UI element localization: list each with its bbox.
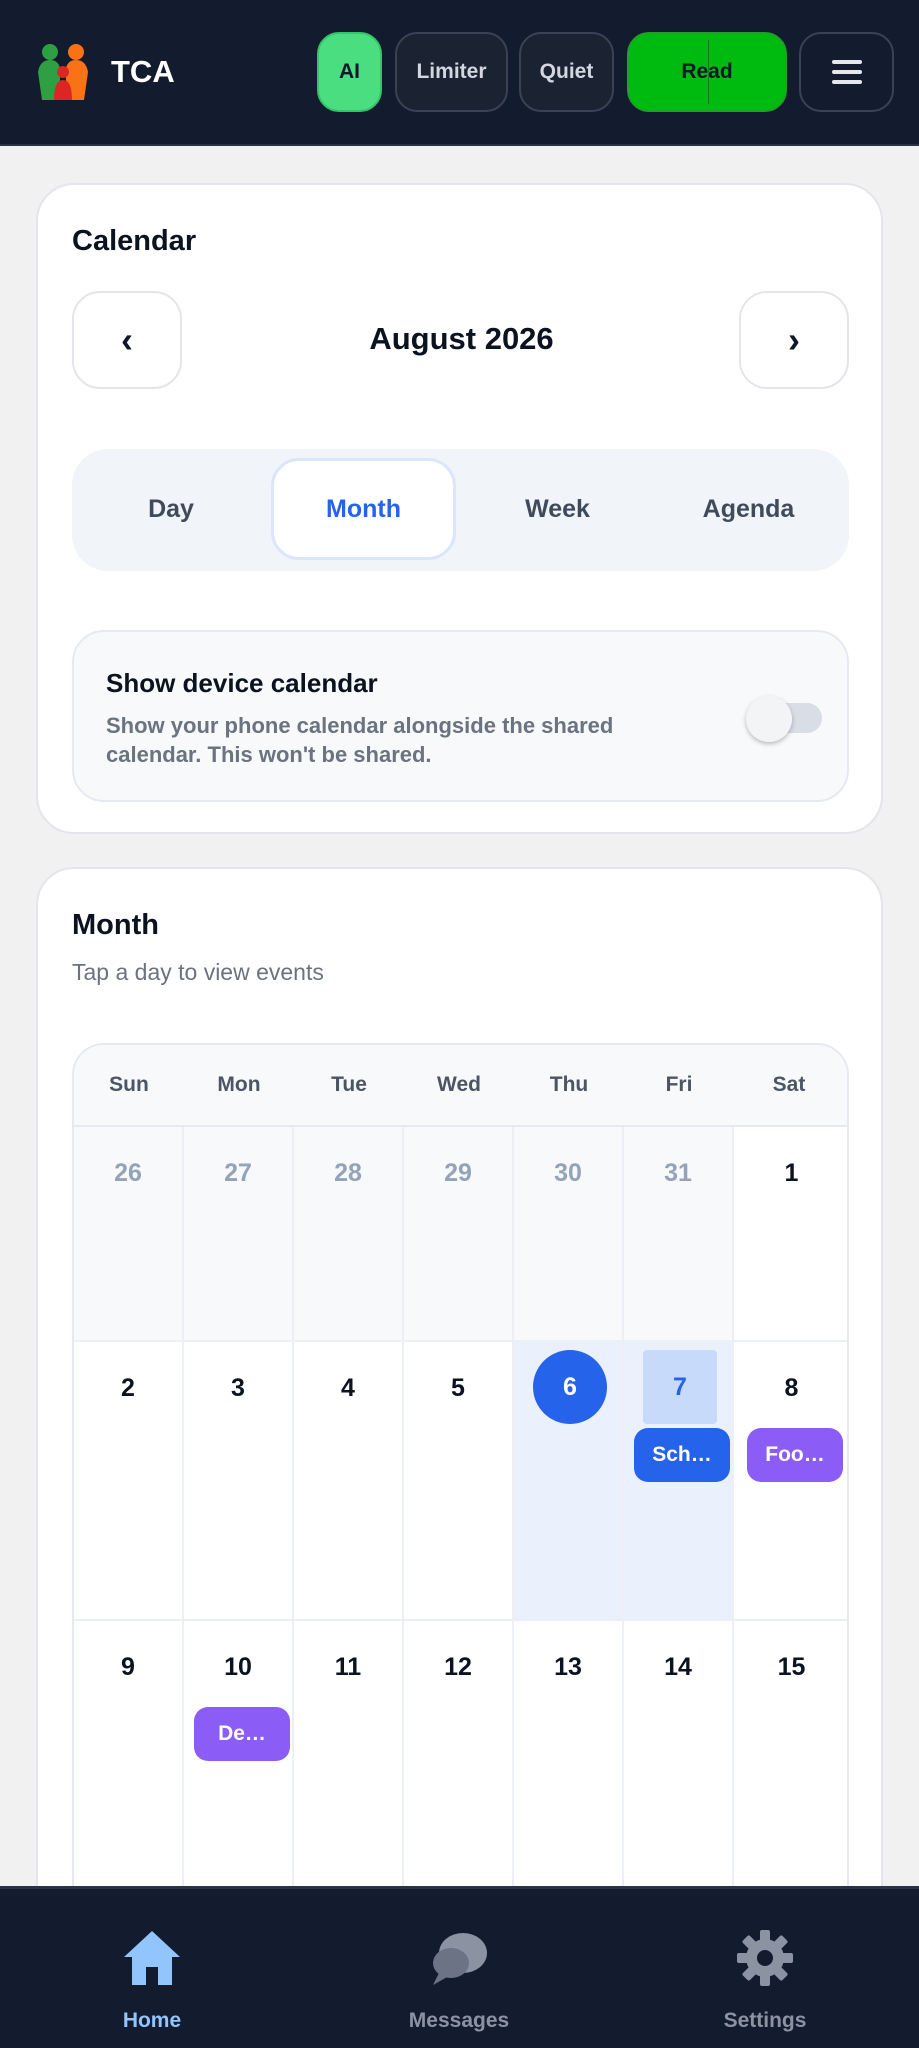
- day-cell[interactable]: 5: [404, 1342, 514, 1621]
- day-number: 11: [334, 1653, 362, 1681]
- device-calendar-toggle[interactable]: [746, 696, 824, 742]
- tab-day[interactable]: Day: [80, 458, 262, 560]
- calendar-card-title: Calendar: [72, 225, 197, 257]
- day-number: 14: [664, 1653, 692, 1681]
- day-cell[interactable]: 26: [74, 1127, 184, 1342]
- weekday-label: Thu: [549, 1073, 589, 1096]
- limiter-button[interactable]: Limiter: [395, 32, 508, 112]
- ai-mode-button[interactable]: AI: [317, 32, 382, 112]
- day-cell[interactable]: 8 Foo…: [734, 1342, 847, 1621]
- device-calendar-title: Show device calendar: [106, 668, 378, 698]
- day-cell[interactable]: 15: [734, 1621, 847, 1900]
- day-cell[interactable]: 3: [184, 1342, 294, 1621]
- day-cell[interactable]: 28: [294, 1127, 404, 1342]
- month-card-title: Month: [72, 909, 159, 941]
- day-cell[interactable]: 11: [294, 1621, 404, 1900]
- next-month-button[interactable]: ›: [739, 291, 849, 389]
- chat-bubbles-icon: [433, 1933, 487, 1985]
- day-number: 5: [451, 1374, 465, 1402]
- today-indicator: 6: [533, 1350, 607, 1424]
- day-cell[interactable]: 31: [624, 1127, 734, 1342]
- day-number: 29: [444, 1159, 472, 1187]
- day-cell[interactable]: 4: [294, 1342, 404, 1621]
- day-cell[interactable]: 30: [514, 1127, 624, 1342]
- day-number: 31: [664, 1159, 692, 1187]
- day-cell[interactable]: 9: [74, 1621, 184, 1900]
- weekday-label: Sat: [772, 1073, 806, 1096]
- top-bar: TCA AI Limiter Quiet Read: [0, 0, 919, 146]
- gear-icon: [737, 1930, 793, 1986]
- nav-home[interactable]: Home: [52, 1889, 252, 2048]
- family-logo-icon: [38, 44, 88, 100]
- menu-button[interactable]: [799, 32, 894, 112]
- day-cell[interactable]: 1: [734, 1127, 847, 1342]
- tab-agenda[interactable]: Agenda: [656, 458, 841, 560]
- day-number: 12: [444, 1653, 472, 1681]
- month-card-subtitle: Tap a day to view events: [72, 959, 324, 985]
- day-cell[interactable]: 12: [404, 1621, 514, 1900]
- weekday-header-row: Sun Mon Tue Wed Thu Fri Sat: [74, 1045, 847, 1127]
- day-number: 4: [341, 1374, 355, 1402]
- day-number: 27: [224, 1159, 252, 1187]
- day-cell[interactable]: 29: [404, 1127, 514, 1342]
- event-chip[interactable]: De…: [194, 1707, 290, 1761]
- day-number: 15: [777, 1653, 806, 1681]
- quiet-button[interactable]: Quiet: [519, 32, 614, 112]
- day-cell[interactable]: 2: [74, 1342, 184, 1621]
- home-icon: [124, 1931, 180, 1985]
- day-number: 1: [784, 1159, 799, 1187]
- weekday-label: Sun: [109, 1073, 149, 1096]
- tab-month[interactable]: Month: [271, 458, 456, 560]
- app-name: TCA: [111, 54, 175, 89]
- weekday-label: Wed: [437, 1073, 481, 1096]
- nav-home-label: Home: [122, 2009, 182, 2032]
- day-cell[interactable]: 7 Sch…: [624, 1342, 734, 1621]
- day-number: 2: [121, 1374, 135, 1402]
- month-card: Month Tap a day to view events Sun Mon Tue…: [36, 867, 883, 2048]
- day-cell[interactable]: 14: [624, 1621, 734, 1900]
- tab-week[interactable]: Week: [465, 458, 650, 560]
- toggle-knob: [746, 696, 792, 742]
- weekday-label: Fri: [665, 1073, 693, 1096]
- previous-month-button[interactable]: ‹: [72, 291, 182, 389]
- day-cell[interactable]: 27: [184, 1127, 294, 1342]
- calendar-card: Calendar ‹ August 2026 › Day Month Week …: [36, 183, 883, 834]
- day-cell[interactable]: 13: [514, 1621, 624, 1900]
- chevron-right-icon: ›: [788, 319, 800, 360]
- device-calendar-description: Show your phone calendar alongside the s…: [106, 713, 614, 767]
- day-number: 26: [114, 1159, 142, 1187]
- view-switcher: Day Month Week Agenda: [72, 449, 849, 571]
- day-number: 8: [784, 1374, 799, 1402]
- day-number: 30: [554, 1159, 582, 1187]
- day-number: 9: [121, 1653, 135, 1681]
- day-number: 10: [224, 1653, 252, 1681]
- read-button[interactable]: Read: [627, 32, 787, 112]
- day-number: 28: [334, 1159, 362, 1187]
- day-cell[interactable]: 10 De…: [184, 1621, 294, 1900]
- nav-messages[interactable]: Messages: [359, 1889, 559, 2048]
- nav-messages-label: Messages: [408, 2009, 510, 2032]
- day-number: 13: [554, 1653, 582, 1681]
- current-month-label: August 2026: [369, 321, 554, 356]
- day-number: 3: [231, 1374, 245, 1402]
- chevron-left-icon: ‹: [121, 319, 133, 360]
- nav-settings-label: Settings: [723, 2009, 807, 2032]
- event-chip[interactable]: Foo…: [747, 1428, 843, 1482]
- hamburger-menu-icon: [831, 60, 862, 84]
- weekday-label: Mon: [217, 1073, 261, 1096]
- device-calendar-setting: Show device calendar Show your phone cal…: [72, 630, 849, 802]
- event-chip[interactable]: Sch…: [634, 1428, 730, 1482]
- selected-day-indicator: 7: [643, 1350, 717, 1424]
- weekday-label: Tue: [331, 1073, 367, 1096]
- bottom-navigation: Home Messages Settings: [0, 1886, 919, 2048]
- day-cell[interactable]: 6: [514, 1342, 624, 1621]
- nav-settings[interactable]: Settings: [665, 1889, 865, 2048]
